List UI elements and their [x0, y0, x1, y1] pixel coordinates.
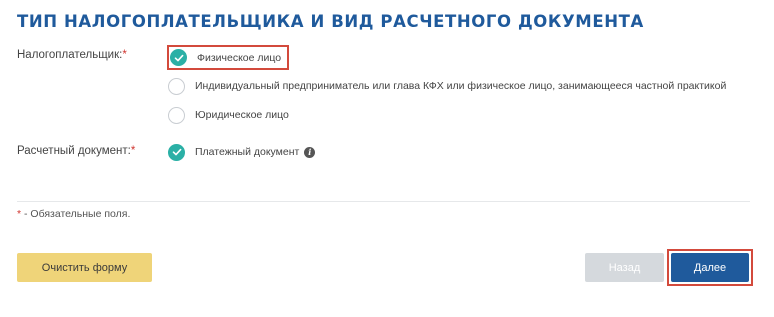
next-button-highlight: Далее — [667, 249, 753, 286]
document-label-text: Расчетный документ: — [17, 145, 131, 157]
radio-checked[interactable] — [170, 49, 187, 66]
option-label: Физическое лицо — [197, 51, 282, 64]
back-button[interactable]: Назад — [585, 253, 664, 282]
required-note-text: - Обязательные поля. — [21, 208, 131, 220]
radio-unchecked[interactable] — [168, 77, 185, 95]
divider — [17, 201, 750, 202]
option-payment-document[interactable]: Платежный документ i — [168, 140, 316, 164]
option-legal-entity[interactable]: Юридическое лицо — [168, 103, 289, 127]
radio-checked[interactable] — [168, 143, 185, 161]
taxpayer-label: Налогоплательщик:* — [17, 49, 127, 61]
check-icon — [174, 54, 183, 61]
clear-form-button[interactable]: Очистить форму — [17, 253, 152, 282]
option-individual[interactable]: Физическое лицо — [167, 45, 290, 70]
radio-unchecked[interactable] — [168, 106, 185, 124]
taxpayer-label-text: Налогоплательщик: — [17, 49, 123, 61]
option-entrepreneur[interactable]: Индивидуальный предприниматель или глава… — [168, 74, 726, 98]
required-mark: * — [130, 145, 136, 157]
option-label: Платежный документ — [195, 146, 300, 158]
page-title: ТИП НАЛОГОПЛАТЕЛЬЩИКА И ВИД РАСЧЕТНОГО Д… — [17, 12, 644, 31]
info-icon[interactable]: i — [304, 146, 316, 158]
document-label: Расчетный документ:* — [17, 145, 135, 157]
check-icon — [172, 148, 181, 156]
option-label: Индивидуальный предприниматель или глава… — [195, 80, 727, 92]
required-note: * - Обязательные поля. — [17, 208, 130, 220]
required-mark: * — [122, 49, 127, 61]
option-label: Юридическое лицо — [195, 109, 289, 121]
next-button[interactable]: Далее — [671, 253, 749, 282]
